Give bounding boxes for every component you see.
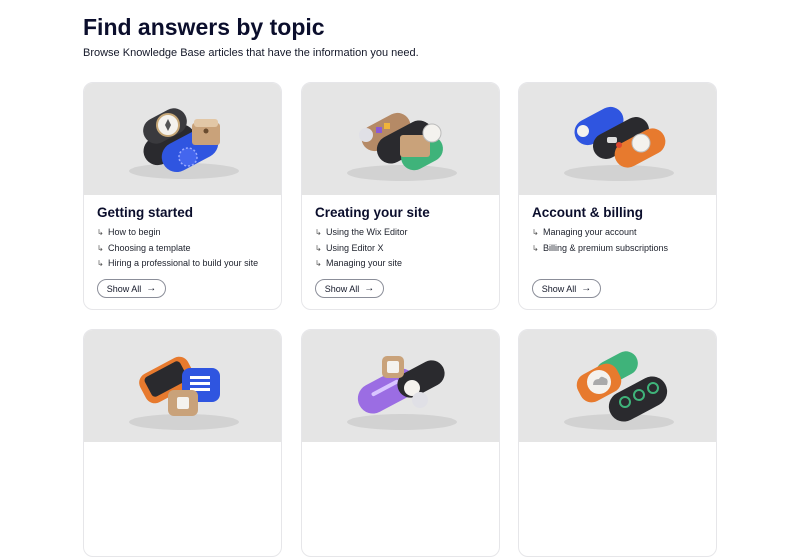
list-item[interactable]: ↳ Choosing a template bbox=[97, 241, 258, 257]
link-arrow-icon: ↳ bbox=[532, 243, 539, 253]
list-item[interactable]: ↳ Hiring a professional to build your sit… bbox=[97, 256, 258, 272]
list-item[interactable]: ↳ Managing your site bbox=[315, 256, 408, 272]
card-links: ↳ Using the Wix Editor ↳ Using Editor X ↳ M… bbox=[315, 225, 408, 272]
card-links: ↳ How to begin ↳ Choosing a template ↳ Hiri… bbox=[97, 225, 258, 272]
topic-card-creating-your-site[interactable]: Creating your site ↳ Using the Wix Editor… bbox=[301, 82, 500, 310]
topic-card[interactable] bbox=[301, 329, 500, 557]
card-title: Creating your site bbox=[315, 205, 430, 220]
card-links: ↳ Managing your account ↳ Billing & premiu… bbox=[532, 225, 668, 256]
billing-icon bbox=[564, 106, 674, 181]
show-all-button[interactable]: Show All → bbox=[532, 279, 601, 298]
card-illustration bbox=[519, 83, 716, 195]
arrow-right-icon: → bbox=[581, 282, 592, 294]
arrow-right-icon: → bbox=[146, 282, 157, 294]
card-illustration bbox=[84, 83, 281, 195]
rocket-icon bbox=[129, 108, 239, 179]
show-all-button[interactable]: Show All → bbox=[315, 279, 384, 298]
editor-tools-icon bbox=[347, 112, 457, 181]
card-title: Account & billing bbox=[532, 205, 643, 220]
card-title: Getting started bbox=[97, 205, 194, 220]
arrow-right-icon: → bbox=[364, 282, 375, 294]
list-item[interactable]: ↳ Using the Wix Editor bbox=[315, 225, 408, 241]
link-arrow-icon: ↳ bbox=[315, 259, 322, 268]
cloud-icon bbox=[564, 351, 674, 430]
show-all-label: Show All bbox=[106, 283, 142, 294]
apps-icon bbox=[129, 356, 239, 430]
show-all-label: Show All bbox=[324, 283, 360, 294]
card-illustration bbox=[302, 83, 499, 195]
link-arrow-icon: ↳ bbox=[97, 228, 104, 237]
page-title: Find answers by topic bbox=[83, 14, 325, 40]
card-illustration bbox=[302, 330, 499, 442]
link-arrow-icon: ↳ bbox=[97, 243, 104, 253]
topic-card-getting-started[interactable]: Getting started ↳ How to begin ↳ Choosing … bbox=[83, 82, 282, 310]
list-item[interactable]: ↳ Managing your account bbox=[532, 225, 668, 241]
link-arrow-icon: ↳ bbox=[315, 228, 322, 237]
list-item[interactable]: ↳ Billing & premium subscriptions bbox=[532, 241, 668, 257]
topic-card[interactable] bbox=[518, 329, 717, 557]
card-illustration bbox=[519, 330, 716, 442]
show-all-button[interactable]: Show All → bbox=[97, 279, 166, 298]
topic-card[interactable] bbox=[83, 329, 282, 557]
show-all-label: Show All bbox=[541, 283, 577, 294]
list-item[interactable]: ↳ Using Editor X bbox=[315, 241, 408, 257]
link-arrow-icon: ↳ bbox=[315, 243, 322, 253]
page-subtitle: Browse Knowledge Base articles that have… bbox=[83, 47, 419, 59]
link-arrow-icon: ↳ bbox=[532, 228, 539, 237]
card-illustration bbox=[84, 330, 281, 442]
marketing-icon bbox=[347, 356, 457, 430]
link-arrow-icon: ↳ bbox=[97, 259, 104, 268]
topic-card-account-billing[interactable]: Account & billing ↳ Managing your account… bbox=[518, 82, 717, 310]
list-item[interactable]: ↳ How to begin bbox=[97, 225, 258, 241]
